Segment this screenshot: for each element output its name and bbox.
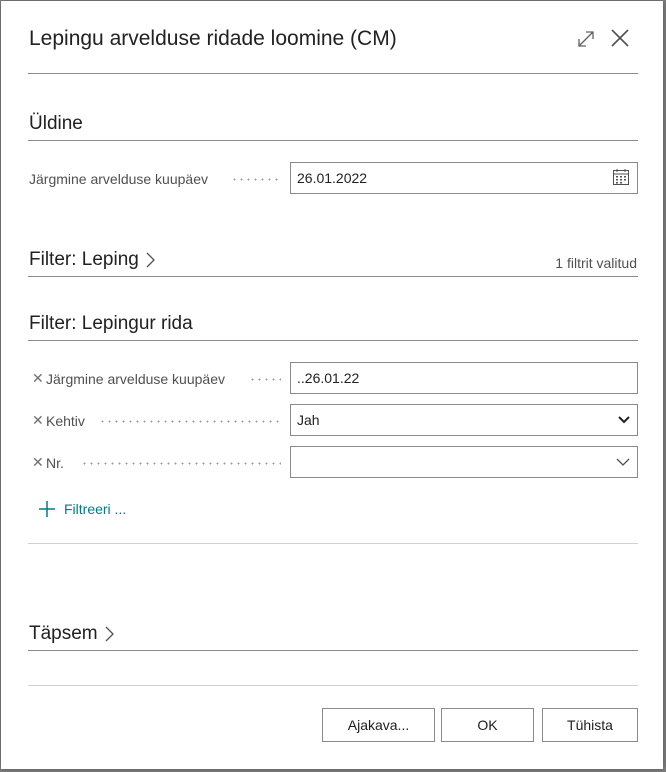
add-filter-label: Filtreeri ... — [64, 501, 127, 517]
next-billing-date-value: 26.01.2022 — [297, 170, 368, 186]
schedule-button[interactable]: Ajakava... — [322, 708, 435, 742]
header-divider — [28, 73, 638, 74]
section-advanced-label: Täpsem — [29, 623, 98, 644]
section-general-divider — [28, 140, 638, 141]
filter-section-end-divider — [28, 543, 638, 544]
filter-active-select[interactable]: Jah — [290, 404, 638, 436]
section-filter-contract-label: Filter: Leping — [29, 249, 139, 270]
remove-filter-icon[interactable]: ✕ — [32, 412, 44, 429]
filter-no-dropdown[interactable] — [290, 446, 638, 478]
label-leader — [249, 378, 281, 381]
calendar-icon[interactable] — [612, 168, 630, 186]
filter-row-label: Nr. — [46, 455, 64, 471]
section-general-title: Üldine — [29, 113, 83, 134]
chevron-right-icon — [146, 252, 156, 268]
remove-filter-icon[interactable]: ✕ — [32, 454, 44, 471]
filter-count: 1 filtrit valitud — [555, 255, 637, 271]
section-advanced-title[interactable]: Täpsem — [29, 623, 115, 645]
remove-filter-icon[interactable]: ✕ — [32, 370, 44, 387]
dialog: Lepingu arvelduse ridade loomine (CM) Ül… — [1, 1, 663, 769]
section-filter-contract-divider — [28, 276, 638, 277]
cancel-button[interactable]: Tühista — [542, 708, 638, 742]
filter-row-label: Järgmine arvelduse kuupäev — [46, 371, 225, 387]
next-billing-date-label: Järgmine arvelduse kuupäev — [29, 171, 208, 187]
ok-button[interactable]: OK — [441, 708, 534, 742]
filter-date-value: ..26.01.22 — [297, 370, 360, 386]
section-filter-contract-title[interactable]: Filter: Leping — [29, 249, 156, 271]
label-leader — [231, 178, 281, 181]
plus-icon — [39, 501, 55, 517]
chevron-down-icon — [618, 416, 630, 424]
footer-divider — [28, 685, 638, 686]
add-filter-button[interactable]: Filtreeri ... — [38, 500, 126, 518]
label-leader — [99, 420, 281, 423]
chevron-down-icon — [616, 458, 630, 466]
next-billing-date-input[interactable]: 26.01.2022 — [290, 162, 638, 194]
expand-icon[interactable] — [575, 28, 597, 50]
close-icon[interactable] — [609, 27, 631, 49]
label-leader — [81, 462, 281, 465]
chevron-right-icon — [105, 626, 114, 642]
section-filter-contract-line-divider — [28, 340, 638, 341]
dialog-title: Lepingu arvelduse ridade loomine (CM) — [29, 27, 397, 50]
filter-active-value: Jah — [297, 412, 320, 428]
filter-date-input[interactable]: ..26.01.22 — [290, 362, 638, 394]
filter-row-label: Kehtiv — [46, 413, 85, 429]
section-advanced-divider — [28, 650, 638, 651]
section-filter-contract-line-title: Filter: Lepingur rida — [29, 313, 193, 334]
